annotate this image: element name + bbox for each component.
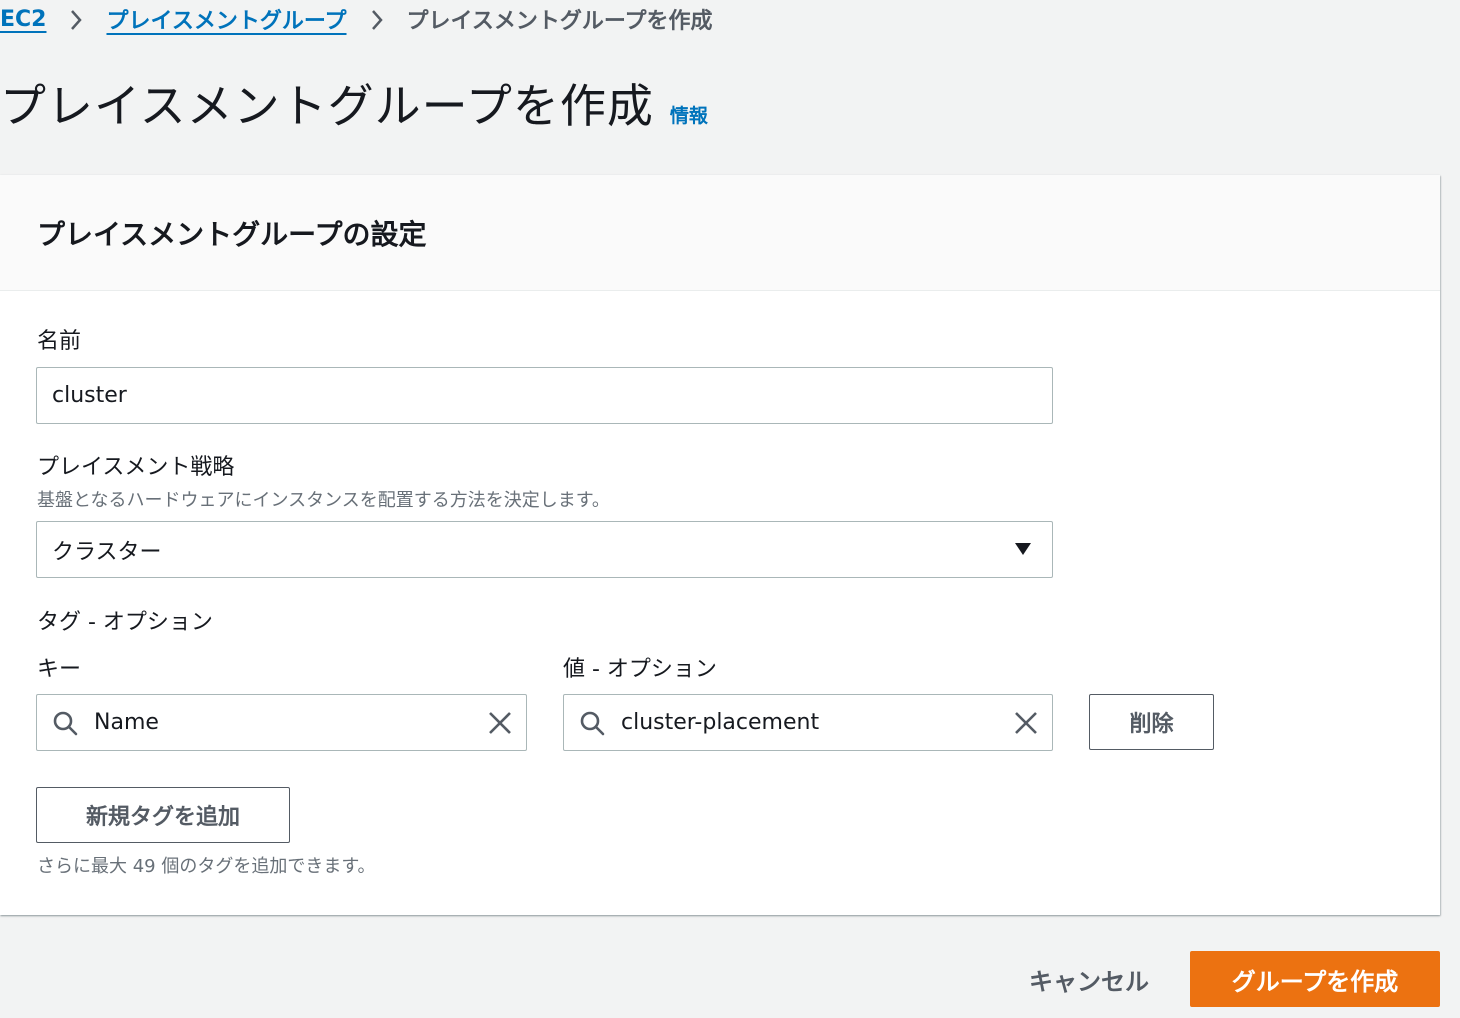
panel-header: プレイスメントグループの設定 [0, 175, 1440, 291]
close-icon[interactable] [488, 711, 512, 735]
search-icon [579, 710, 605, 736]
strategy-label: プレイスメント戦略 [37, 455, 235, 480]
caret-down-icon [1014, 537, 1032, 562]
breadcrumb-current: プレイスメントグループを作成 [406, 9, 713, 34]
tag-value-value: cluster-placement [621, 710, 820, 735]
page-title: プレイスメントグループを作成 [0, 79, 654, 133]
strategy-description: 基盤となるハードウェアにインスタンスを配置する方法を決定します。 [37, 490, 610, 511]
strategy-selected-value: クラスター [52, 539, 162, 565]
tag-limit-hint: さらに最大 49 個のタグを追加できます。 [37, 856, 376, 877]
create-group-button[interactable]: グループを作成 [1190, 951, 1440, 1007]
info-link[interactable]: 情報 [670, 101, 708, 128]
tag-key-input[interactable]: Name [36, 694, 527, 751]
name-input[interactable]: cluster [36, 367, 1053, 424]
tag-value-label: 値 - オプション [563, 657, 717, 682]
search-icon [52, 710, 78, 736]
page-header: プレイスメントグループを作成 情報 [0, 70, 708, 136]
add-tag-button[interactable]: 新規タグを追加 [36, 787, 290, 843]
tag-key-value: Name [94, 710, 159, 735]
tag-value-input[interactable]: cluster-placement [563, 694, 1053, 751]
chevron-right-icon [347, 7, 407, 32]
name-label: 名前 [37, 329, 82, 354]
chevron-right-icon [46, 7, 106, 32]
cancel-button[interactable]: キャンセル [1012, 952, 1166, 1007]
breadcrumb: EC2 プレイスメントグループ プレイスメントグループを作成 [0, 3, 713, 35]
breadcrumb-placement-groups-link[interactable]: プレイスメントグループ [106, 3, 346, 35]
panel-title: プレイスメントグループの設定 [37, 217, 427, 251]
tags-section-label: タグ - オプション [37, 610, 213, 635]
placement-group-settings-panel: プレイスメントグループの設定 名前 cluster プレイスメント戦略 基盤とな… [0, 175, 1440, 915]
tag-key-label: キー [37, 657, 82, 682]
breadcrumb-ec2-link[interactable]: EC2 [0, 7, 46, 32]
remove-tag-button[interactable]: 削除 [1089, 694, 1214, 750]
strategy-select[interactable]: クラスター [36, 521, 1053, 578]
close-icon[interactable] [1014, 711, 1038, 735]
